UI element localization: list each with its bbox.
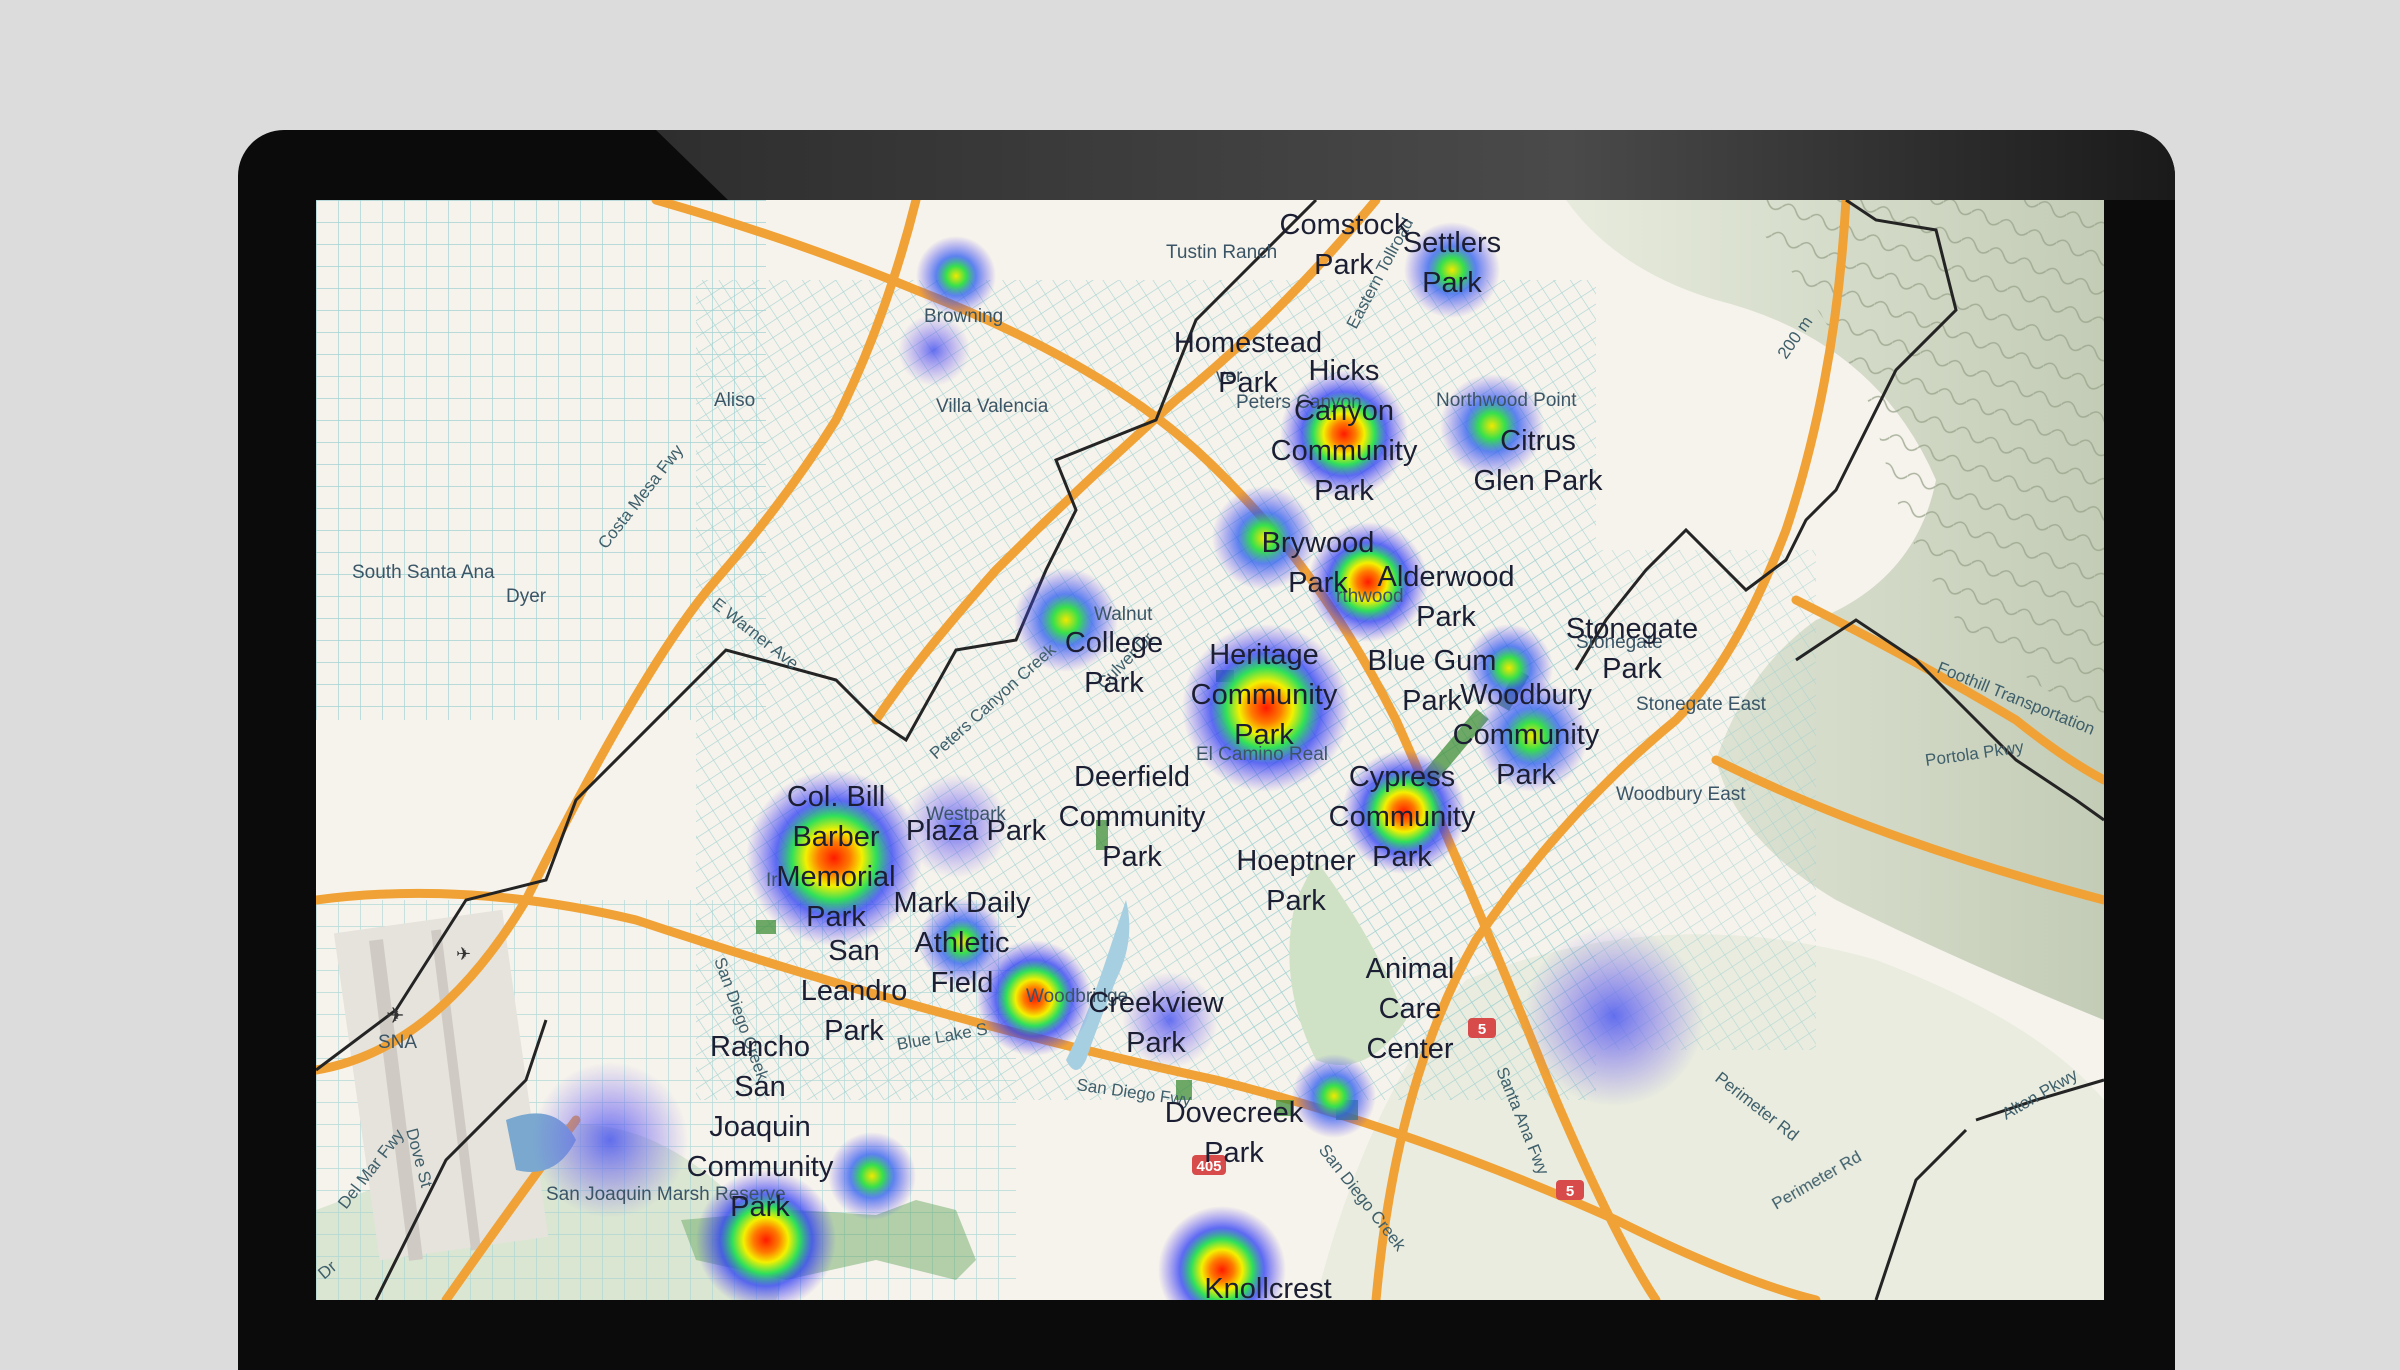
place-label: Dyer (506, 586, 547, 607)
heat-point (1524, 926, 1704, 1106)
place-label: Woodbury East (1616, 784, 1746, 805)
map-screen[interactable]: 405 5 5 ✈ ✈ Tustin Ranch Browning Villa … (316, 200, 2104, 1300)
park-label-animalcare: Animal Care Center (1366, 953, 1455, 1065)
shield-5: 5 (1478, 1021, 1486, 1038)
place-label: Walnut (1094, 604, 1153, 625)
airplane-icon: ✈ (456, 944, 471, 964)
place-label: South Santa Ana (352, 562, 495, 583)
airplane-icon: ✈ (386, 1003, 404, 1028)
place-label: Villa Valencia (936, 396, 1049, 417)
shield-5b: 5 (1566, 1183, 1574, 1200)
place-label: Stonegate East (1636, 694, 1767, 715)
place-label: Northwood Point (1436, 390, 1577, 411)
park-label-plaza: Plaza Park (906, 815, 1047, 847)
place-label: Browning (924, 306, 1003, 327)
place-label: Aliso (714, 390, 755, 411)
place-label: Tustin Ranch (1166, 242, 1277, 263)
park-label-knollcrest: Knollcrest (1204, 1273, 1331, 1300)
place-label: SNA (378, 1032, 417, 1053)
heat-point (1292, 1054, 1376, 1138)
heat-point (916, 236, 996, 316)
heat-point (828, 1132, 916, 1220)
map-canvas[interactable]: 405 5 5 ✈ ✈ Tustin Ranch Browning Villa … (316, 200, 2104, 1300)
